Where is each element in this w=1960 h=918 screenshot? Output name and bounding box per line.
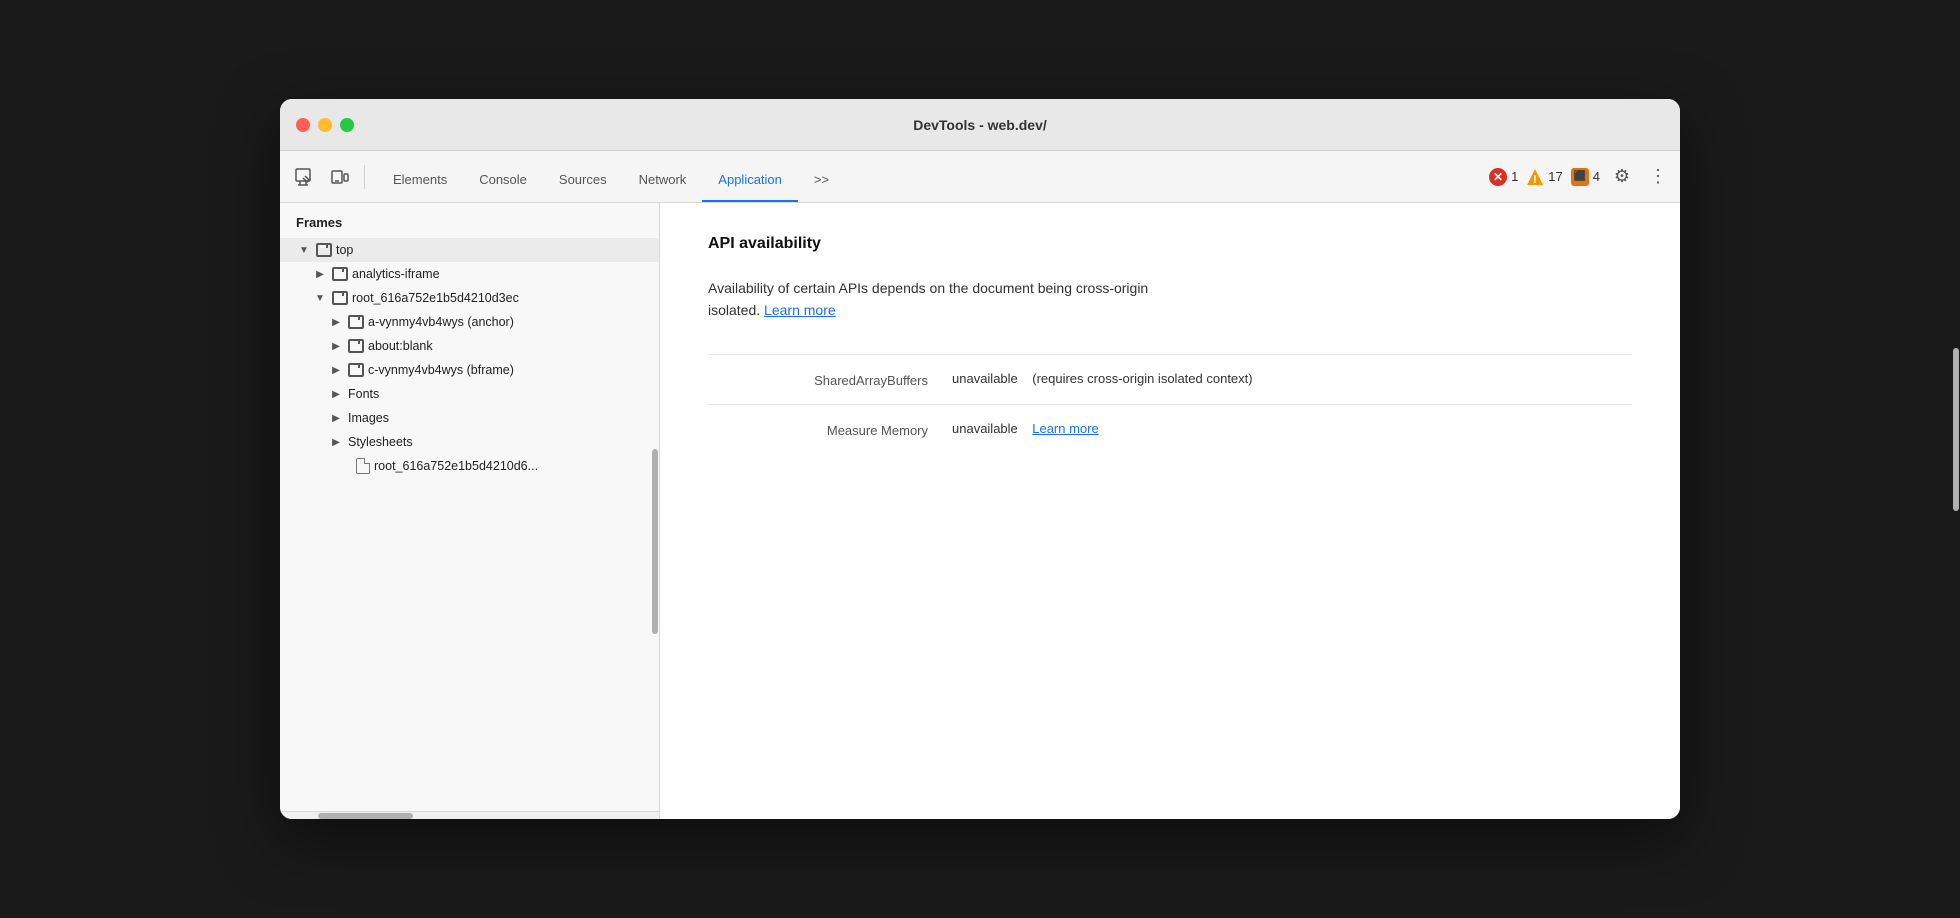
api-availability-title: API availability xyxy=(708,235,1632,253)
tree-item-stylesheets[interactable]: ▶ Stylesheets xyxy=(280,430,659,454)
tab-more[interactable]: >> xyxy=(798,158,845,202)
tab-console[interactable]: Console xyxy=(463,158,543,202)
tree-item-root[interactable]: ▼ root_616a752e1b5d4210d3ec xyxy=(280,286,659,310)
frames-header: Frames xyxy=(280,203,659,238)
arrow-analytics: ▶ xyxy=(312,266,328,282)
warning-badge[interactable]: ! 17 xyxy=(1526,168,1562,186)
tree-item-root-file[interactable]: root_616a752e1b5d4210d6... xyxy=(280,454,659,478)
frame-icon-root xyxy=(332,291,348,305)
tab-application[interactable]: Application xyxy=(702,158,798,202)
settings-button[interactable]: ⚙ xyxy=(1608,163,1636,191)
tree-item-fonts[interactable]: ▶ Fonts xyxy=(280,382,659,406)
sidebar-scrollbar-thumb xyxy=(652,449,658,634)
tree-row-images[interactable]: ▶ Images xyxy=(280,406,659,430)
learn-more-link-1[interactable]: Learn more xyxy=(764,302,836,318)
error-icon: ✕ xyxy=(1489,168,1507,186)
svg-text:!: ! xyxy=(1533,174,1537,186)
tab-elements[interactable]: Elements xyxy=(377,158,463,202)
arrow-images: ▶ xyxy=(328,410,344,426)
toolbar: Elements Console Sources Network Applica… xyxy=(280,151,1680,203)
shared-array-buffers-value: unavailable (requires cross-origin isola… xyxy=(952,371,1632,386)
tree-row-anchor[interactable]: ▶ a-vynmy4vb4wys (anchor) xyxy=(280,310,659,334)
toolbar-separator xyxy=(364,165,365,189)
titlebar: DevTools - web.dev/ xyxy=(280,99,1680,151)
learn-more-link-2[interactable]: Learn more xyxy=(1032,421,1098,436)
tree-row-root-file[interactable]: root_616a752e1b5d4210d6... xyxy=(280,454,659,478)
window-title: DevTools - web.dev/ xyxy=(913,117,1047,133)
devtools-window: DevTools - web.dev/ Elements xyxy=(280,99,1680,819)
tree-item-anchor[interactable]: ▶ a-vynmy4vb4wys (anchor) xyxy=(280,310,659,334)
arrow-root: ▼ xyxy=(312,290,328,306)
shared-array-buffers-label: SharedArrayBuffers xyxy=(708,371,928,388)
tree-row-root[interactable]: ▼ root_616a752e1b5d4210d3ec xyxy=(280,286,659,310)
tree-item-top[interactable]: ▼ top xyxy=(280,238,659,262)
tree-item-images[interactable]: ▶ Images xyxy=(280,406,659,430)
tree-row-about-blank[interactable]: ▶ about:blank xyxy=(280,334,659,358)
sidebar-bottom-scrollbar[interactable] xyxy=(280,811,659,819)
frame-icon-top xyxy=(316,243,332,257)
arrow-anchor: ▶ xyxy=(328,314,344,330)
warning-icon: ! xyxy=(1526,168,1544,186)
api-row-measure-memory: Measure Memory unavailable Learn more xyxy=(708,404,1632,454)
arrow-bframe: ▶ xyxy=(328,362,344,378)
window-controls xyxy=(296,118,354,132)
info-icon: ⬛ xyxy=(1571,168,1589,186)
more-options-button[interactable]: ⋮ xyxy=(1644,163,1672,191)
api-table: SharedArrayBuffers unavailable (requires… xyxy=(708,354,1632,454)
frame-icon-about-blank xyxy=(348,339,364,353)
tab-sources[interactable]: Sources xyxy=(543,158,623,202)
api-row-shared-array-buffers: SharedArrayBuffers unavailable (requires… xyxy=(708,354,1632,404)
device-icon[interactable] xyxy=(324,161,356,193)
minimize-button[interactable] xyxy=(318,118,332,132)
measure-memory-label: Measure Memory xyxy=(708,421,928,438)
sidebar-scrollbar[interactable] xyxy=(651,203,659,819)
measure-memory-value: unavailable Learn more xyxy=(952,421,1632,436)
tree-row-analytics[interactable]: ▶ analytics-iframe xyxy=(280,262,659,286)
tab-bar: Elements Console Sources Network Applica… xyxy=(377,151,845,202)
info-badge[interactable]: ⬛ 4 xyxy=(1571,168,1600,186)
arrow-top: ▼ xyxy=(296,242,312,258)
arrow-stylesheets: ▶ xyxy=(328,434,344,450)
arrow-about-blank: ▶ xyxy=(328,338,344,354)
tree-row-fonts[interactable]: ▶ Fonts xyxy=(280,382,659,406)
tree-row-top[interactable]: ▼ top xyxy=(280,238,659,262)
tree-item-analytics[interactable]: ▶ analytics-iframe xyxy=(280,262,659,286)
close-button[interactable] xyxy=(296,118,310,132)
sidebar-bottom-scrollbar-thumb xyxy=(318,813,413,819)
tab-network[interactable]: Network xyxy=(623,158,703,202)
frame-icon-anchor xyxy=(348,315,364,329)
maximize-button[interactable] xyxy=(340,118,354,132)
tree-item-about-blank[interactable]: ▶ about:blank xyxy=(280,334,659,358)
sidebar: Frames ▼ top ▶ analytics-iframe xyxy=(280,203,660,819)
tree-row-bframe[interactable]: ▶ c-vynmy4vb4wys (bframe) xyxy=(280,358,659,382)
frame-icon-analytics xyxy=(332,267,348,281)
api-description: Availability of certain APIs depends on … xyxy=(708,277,1632,322)
error-badge[interactable]: ✕ 1 xyxy=(1489,168,1518,186)
frame-icon-bframe xyxy=(348,363,364,377)
main-panel: API availability Availability of certain… xyxy=(660,203,1680,819)
toolbar-right: ✕ 1 ! 17 ⬛ 4 ⚙ ⋮ xyxy=(1489,163,1672,191)
arrow-fonts: ▶ xyxy=(328,386,344,402)
content-area: Frames ▼ top ▶ analytics-iframe xyxy=(280,203,1680,819)
tree-item-bframe[interactable]: ▶ c-vynmy4vb4wys (bframe) xyxy=(280,358,659,382)
inspect-icon[interactable] xyxy=(288,161,320,193)
file-icon-root xyxy=(356,458,370,474)
tree-row-stylesheets[interactable]: ▶ Stylesheets xyxy=(280,430,659,454)
